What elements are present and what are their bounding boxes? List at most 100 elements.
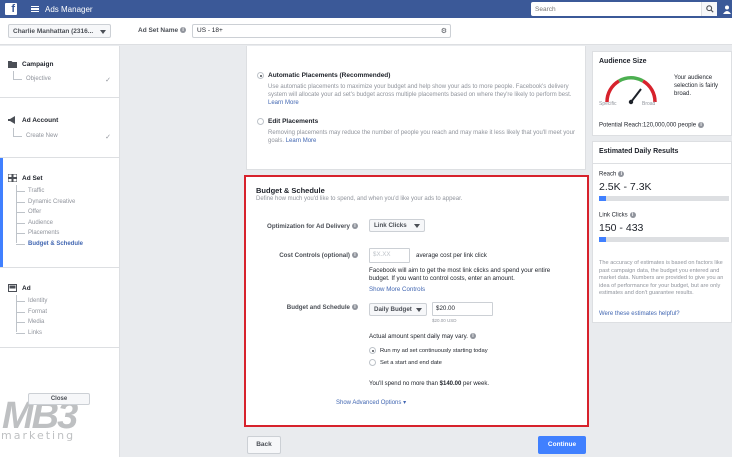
facebook-logo-icon[interactable]: f: [5, 3, 17, 15]
account-icon[interactable]: [722, 4, 732, 14]
info-icon[interactable]: i: [698, 122, 705, 128]
sidebar-item-dynamic-creative[interactable]: Dynamic Creative: [15, 199, 75, 205]
chevron-down-icon: [416, 308, 422, 312]
sidebar-item-ad[interactable]: Ad: [8, 284, 31, 292]
link-clicks-bar-fill: [599, 237, 606, 242]
adset-name-value: US - 18+: [197, 27, 223, 34]
run-continuously-radio[interactable]: [369, 347, 376, 354]
automatic-placements-text: Use automatic placements to maximize you…: [268, 84, 572, 98]
audience-size-title: Audience Size: [599, 58, 647, 65]
cost-controls-label: Cost Controls (optional) i: [279, 252, 358, 259]
automatic-placements-radio[interactable]: [257, 72, 264, 79]
gauge-needle: [630, 88, 642, 103]
estimates-feedback-link[interactable]: Were these estimates helpful?: [599, 311, 680, 317]
show-advanced-options-link[interactable]: Show Advanced Options ▾: [336, 399, 406, 407]
folder-icon: [8, 61, 17, 68]
audience-note: Your audience selection is fairly broad.: [674, 75, 719, 97]
sidebar-item-offer[interactable]: Offer: [15, 209, 41, 215]
app-title[interactable]: Ads Manager: [45, 5, 93, 14]
info-icon[interactable]: i: [352, 223, 358, 230]
info-icon[interactable]: i: [352, 252, 358, 259]
chevron-down-icon: ▾: [403, 400, 407, 406]
learn-more-link[interactable]: Learn More: [286, 138, 317, 144]
optimization-dropdown[interactable]: Link Clicks: [369, 219, 425, 232]
gear-icon[interactable]: ⚙: [441, 26, 447, 38]
learn-more-link[interactable]: Learn More: [268, 100, 299, 106]
sidebar-item-ad-set[interactable]: Ad Set: [8, 174, 43, 182]
info-icon[interactable]: i: [618, 171, 625, 177]
weekly-spend-amount: $140.00: [439, 381, 462, 387]
sidebar-item-placements[interactable]: Placements: [15, 230, 59, 236]
weekly-spend-prefix: You'll spend no more than: [369, 381, 440, 387]
edit-placements-radio[interactable]: [257, 118, 264, 125]
info-icon[interactable]: i: [180, 27, 187, 34]
cost-control-suffix: average cost per link click: [416, 252, 487, 259]
start-end-date-radio[interactable]: [369, 359, 376, 366]
start-end-date-label[interactable]: Set a start and end date: [380, 359, 442, 367]
automatic-placements-title[interactable]: Automatic Placements (Recommended): [268, 72, 390, 79]
weekly-spend-note: You'll spend no more than $140.00 per we…: [369, 380, 489, 388]
account-dropdown[interactable]: Charlie Manhattan (2316...: [8, 24, 111, 38]
chevron-down-icon: [100, 30, 106, 34]
search-icon: [705, 5, 714, 13]
edit-placements-title[interactable]: Edit Placements: [268, 118, 318, 125]
cost-control-input[interactable]: $X.XX: [369, 248, 410, 263]
reach-bar-fill: [599, 196, 606, 201]
sidebar-item-ad-account[interactable]: Ad Account: [8, 116, 58, 124]
info-icon[interactable]: i: [629, 212, 636, 218]
sidebar-item-label: Ad Account: [22, 116, 59, 124]
sidebar-item-media[interactable]: Media: [15, 319, 44, 325]
search-button[interactable]: [701, 2, 717, 16]
watermark-text: marketing: [1, 429, 76, 442]
sidebar-item-links[interactable]: Links: [15, 330, 42, 336]
sidebar-item-identity[interactable]: Identity: [15, 298, 47, 304]
placements-panel: [246, 46, 586, 170]
automatic-placements-description: Use automatic placements to maximize you…: [268, 83, 580, 107]
sidebar-item-label: Create New: [26, 133, 58, 139]
sidebar-item-format[interactable]: Format: [15, 309, 47, 315]
run-continuously-label[interactable]: Run my ad set continuously starting toda…: [380, 347, 488, 355]
weekly-spend-suffix: per week.: [461, 381, 490, 387]
budget-amount-input[interactable]: $20.00: [432, 302, 493, 316]
sidebar-item-traffic[interactable]: Traffic: [15, 188, 44, 194]
reach-value: 2.5K - 7.3K: [599, 181, 652, 193]
show-more-controls-link[interactable]: Show More Controls: [369, 286, 425, 294]
link-clicks-label-text: Link Clicks: [599, 212, 628, 219]
sidebar-item-label: Objective: [26, 76, 52, 82]
grid-icon: [8, 174, 17, 182]
sidebar-section-ad-set: Ad Set Traffic Dynamic Creative Offer Au…: [0, 158, 119, 268]
tree-line: [16, 185, 17, 243]
check-icon: ✓: [105, 134, 111, 141]
budget-type-value: Daily Budget: [374, 306, 412, 313]
adset-name-input[interactable]: US - 18+ ⚙: [192, 24, 451, 38]
reach-label-text: Reach: [599, 171, 617, 178]
cost-controls-label-text: Cost Controls (optional): [279, 252, 350, 259]
sidebar-item-objective[interactable]: Objective: [12, 71, 52, 82]
potential-reach: Potential Reach:120,000,000 people i: [599, 122, 705, 129]
budget-currency-note: $20.00 USD: [432, 318, 457, 323]
potential-reach-text: Potential Reach:120,000,000 people: [599, 122, 697, 129]
audience-size-panel: Audience Size Specific Broad Your audien…: [592, 51, 732, 136]
sidebar-item-label: Campaign: [22, 60, 54, 68]
budget-type-dropdown[interactable]: Daily Budget: [369, 303, 427, 316]
sidebar-item-campaign[interactable]: Campaign: [8, 60, 53, 68]
search-box: [531, 2, 717, 16]
estimated-results-panel: Estimated Daily Results Reach i 2.5K - 7.…: [592, 141, 732, 323]
budget-schedule-label-text: Budget and Schedule: [286, 304, 350, 311]
sidebar-item-create-new[interactable]: Create New: [13, 128, 58, 139]
sidebar-item-budget-schedule[interactable]: Budget & Schedule: [15, 241, 83, 247]
chevron-down-icon: [414, 224, 420, 228]
menu-icon[interactable]: [31, 5, 39, 13]
close-button[interactable]: Close: [28, 393, 90, 405]
check-icon: ✓: [105, 77, 111, 84]
search-input[interactable]: [531, 2, 701, 16]
info-icon[interactable]: i: [352, 304, 358, 311]
sidebar-item-audience[interactable]: Audience: [15, 220, 53, 226]
continue-button[interactable]: Continue: [538, 436, 586, 454]
back-button[interactable]: Back: [247, 436, 281, 454]
budget-schedule-label: Budget and Schedule i: [287, 304, 358, 311]
link-clicks-label: Link Clicks i: [599, 212, 636, 219]
optimization-label-text: Optimization for Ad Delivery: [267, 223, 350, 230]
info-icon[interactable]: i: [469, 333, 476, 340]
top-navigation-bar: f Ads Manager: [0, 0, 732, 18]
